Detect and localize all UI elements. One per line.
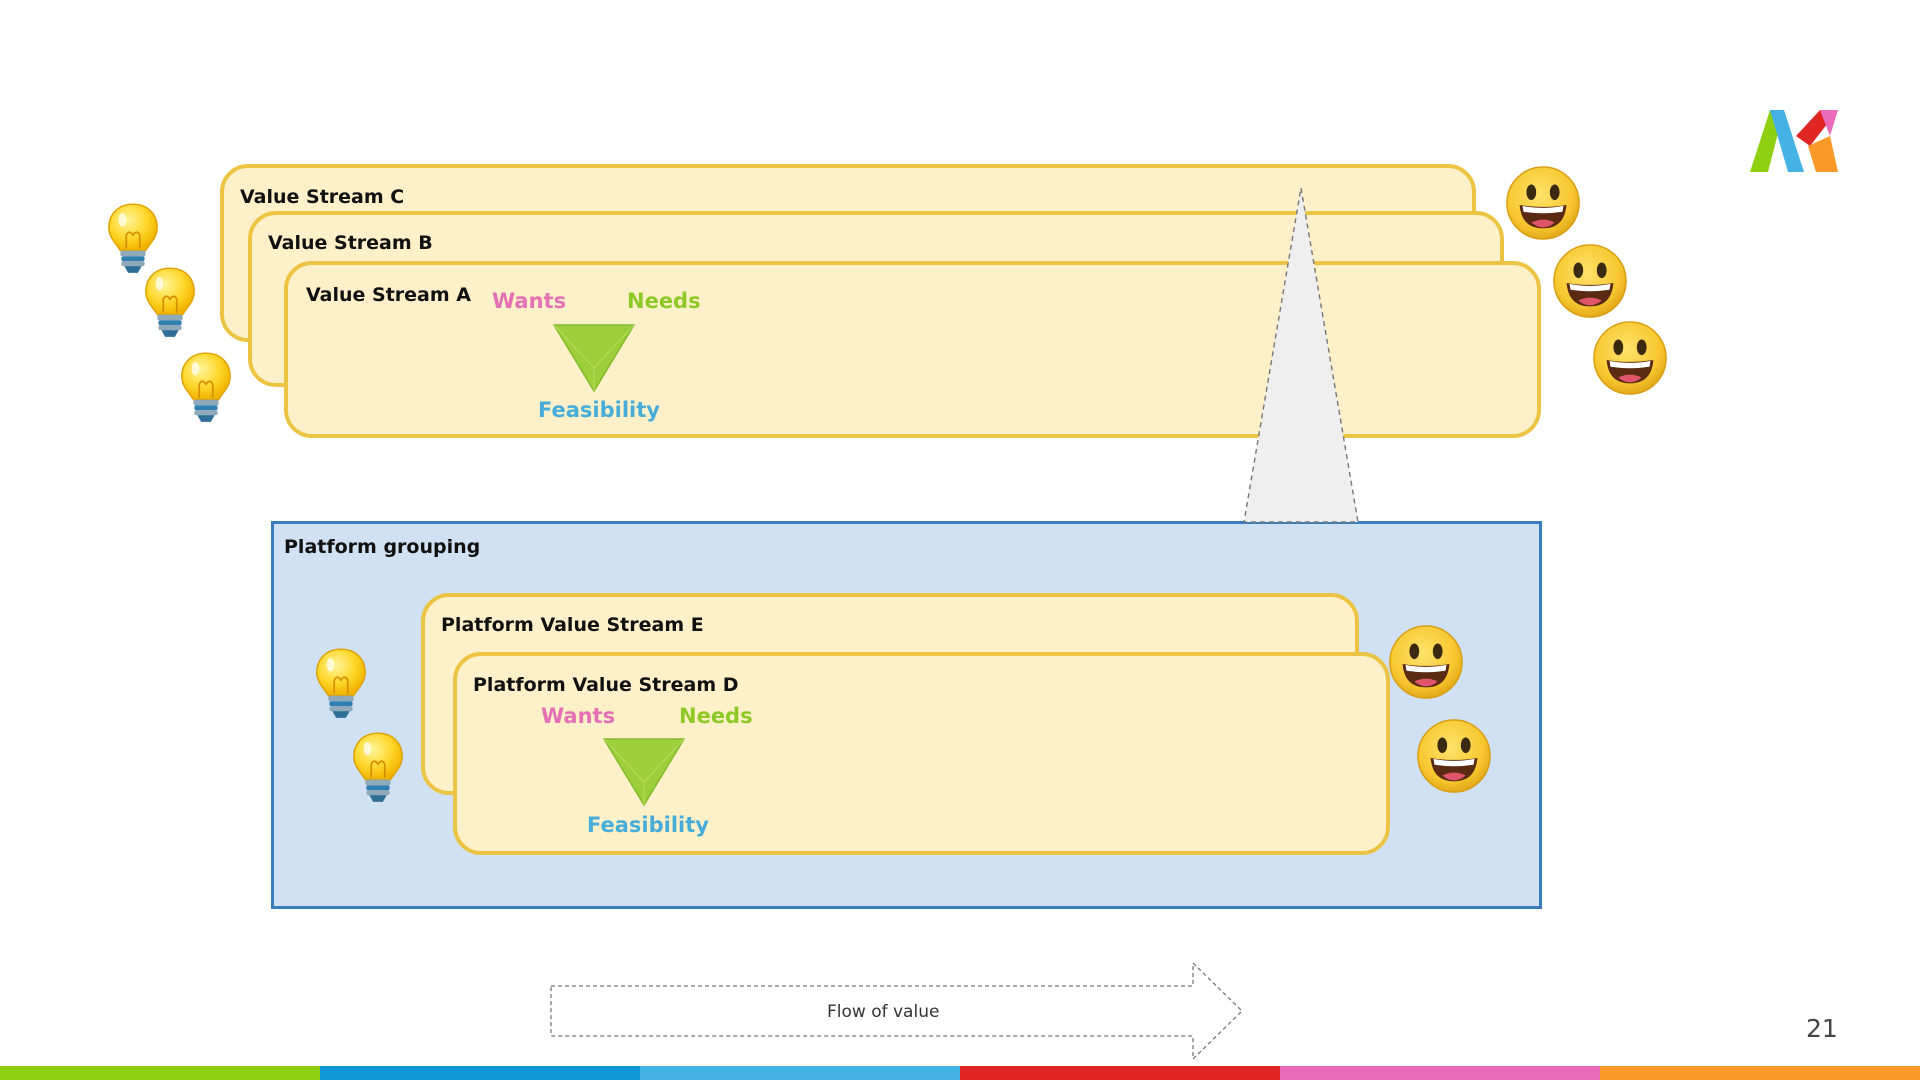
lightbulb-icon <box>177 349 235 427</box>
bottom-bar-segment <box>1600 1066 1920 1080</box>
smiley-icon <box>1551 242 1629 320</box>
bottom-bar-segment <box>0 1066 320 1080</box>
bottom-bar-segment <box>640 1066 960 1080</box>
value-stream-title: Value Stream C <box>240 186 405 208</box>
needs-label: Needs <box>627 289 701 313</box>
smiley-icon <box>1415 717 1493 795</box>
lightbulb-icon <box>141 264 199 342</box>
feasibility-label: Feasibility <box>587 813 709 837</box>
wants-label: Wants <box>492 289 567 313</box>
bottom-bar-segment <box>960 1066 1280 1080</box>
smiley-icon <box>1591 319 1669 397</box>
connector-spike <box>1243 187 1359 523</box>
value-stream-title: Value Stream A <box>306 284 471 306</box>
value-stream-title: Platform Value Stream D <box>473 674 739 696</box>
smiley-icon <box>1504 164 1582 242</box>
triangle-icon <box>602 737 686 807</box>
feasibility-label: Feasibility <box>538 398 660 422</box>
flow-of-value-label: Flow of value <box>827 1002 940 1022</box>
value-stream-title: Value Stream B <box>268 232 433 254</box>
platform-title: Platform grouping <box>284 536 481 558</box>
logo-icon <box>1748 106 1840 172</box>
bottom-bar-segment <box>1280 1066 1600 1080</box>
page-number: 21 <box>1806 1014 1838 1043</box>
triangle-icon <box>552 323 636 393</box>
lightbulb-icon <box>312 645 370 723</box>
needs-label: Needs <box>679 704 753 728</box>
value-stream-title: Platform Value Stream E <box>441 614 704 636</box>
platform-value-stream-d-card: Platform Value Stream D Wants Needs Feas… <box>453 652 1390 855</box>
lightbulb-icon <box>349 729 407 807</box>
smiley-icon <box>1387 623 1465 701</box>
bottom-bar-segment <box>320 1066 640 1080</box>
wants-label: Wants <box>541 704 616 728</box>
